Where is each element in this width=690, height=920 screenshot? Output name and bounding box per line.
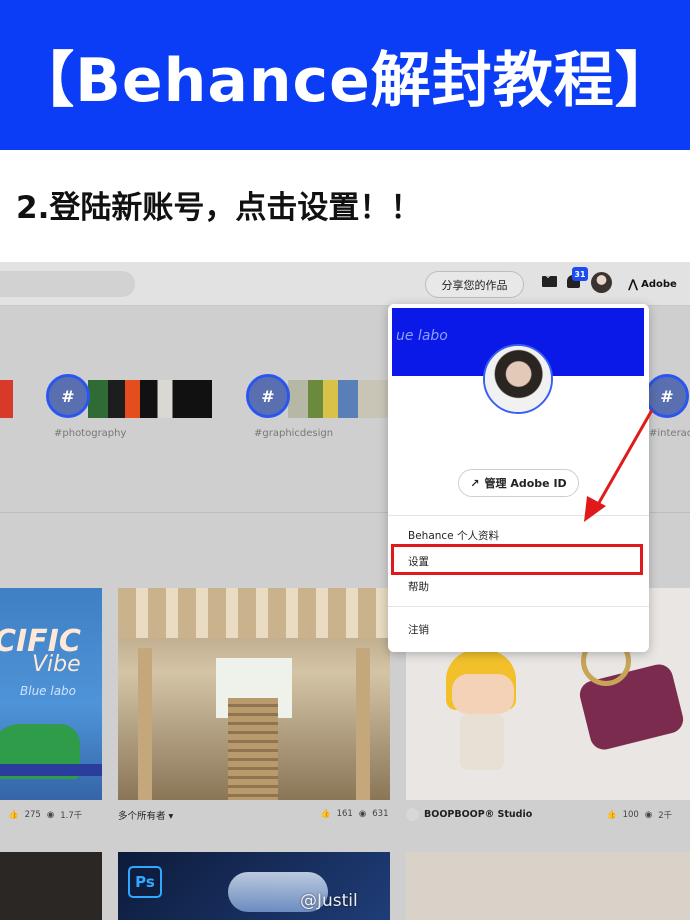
adobe-label: Adobe — [641, 278, 677, 290]
adobe-link[interactable]: ⋀ Adobe — [628, 277, 677, 291]
card-owner[interactable]: 多个所有者 ▾ — [118, 808, 173, 822]
settings-highlight-box — [391, 544, 643, 575]
eye-icon: ◉ — [358, 809, 367, 819]
card-illustration-base — [0, 764, 102, 776]
project-card-pacific-vibe[interactable]: CIFIC Vibe Blue labo — [0, 588, 102, 800]
manage-label: 管理 Adobe ID — [484, 477, 567, 490]
like-count: 275 — [24, 810, 41, 820]
thumbs-up-icon: 👍 — [606, 810, 617, 820]
tag-thumbnail — [88, 380, 212, 418]
card-ceiling — [118, 588, 390, 638]
project-card-architecture[interactable] — [118, 588, 390, 800]
search-input[interactable] — [0, 271, 135, 297]
hashtag-icon: # — [246, 374, 290, 418]
tag-partial[interactable] — [0, 374, 15, 422]
tutorial-page: 【Behance解封教程】 2.登陆新账号，点击设置！！ 分享您的作品 31 ⋀… — [0, 0, 690, 920]
card-staircase — [228, 698, 278, 800]
tag-interaction[interactable]: # #interacti — [645, 374, 690, 439]
account-dropdown: ue labo ↗ 管理 Adobe ID Behance 个人资料 设置 帮助… — [388, 304, 649, 652]
view-count: 2千 — [658, 811, 673, 821]
tag-graphicdesign[interactable]: # #graphicdesign — [246, 374, 396, 439]
card-subtitle: Vibe — [32, 652, 81, 677]
like-count: 161 — [336, 809, 353, 819]
hashtag-icon: # — [46, 374, 90, 418]
menu-divider — [388, 606, 649, 607]
notification-badge: 31 — [572, 267, 588, 281]
view-count: 1.7千 — [60, 811, 83, 821]
thumbs-up-icon: 👍 — [320, 809, 331, 819]
photoshop-icon: Ps — [128, 866, 162, 898]
menu-item-help[interactable]: 帮助 — [408, 579, 429, 594]
behance-topbar: 分享您的作品 31 ⋀ Adobe — [0, 262, 690, 306]
banner-title: 【Behance解封教程】 — [14, 45, 676, 116]
manage-adobe-id-button[interactable]: ↗ 管理 Adobe ID — [458, 469, 579, 497]
external-link-icon: ↗ — [470, 476, 480, 490]
cover-text: ue labo — [396, 328, 448, 344]
tag-photography[interactable]: # #photography — [46, 374, 216, 439]
avatar[interactable] — [591, 272, 612, 293]
project-card-bottom-1[interactable] — [0, 852, 102, 920]
card-brand: Blue labo — [20, 684, 77, 698]
title-banner: 【Behance解封教程】 — [0, 0, 690, 150]
card-stats: 👍 161 ◉ 631 — [320, 809, 388, 819]
thumbs-up-icon: 👍 — [8, 810, 19, 820]
menu-divider — [388, 515, 649, 516]
card-stats: 👍 100 ◉ 2千 — [606, 809, 672, 821]
like-count: 100 — [622, 810, 639, 820]
card-figure-body — [460, 714, 504, 770]
watermark: @Justil — [300, 891, 358, 911]
card-figure-face — [452, 674, 514, 714]
avatar-photo — [485, 346, 551, 412]
eye-icon: ◉ — [46, 810, 55, 820]
card-stats: 👍 275 ◉ 1.7千 — [8, 809, 82, 821]
eye-icon: ◉ — [644, 810, 653, 820]
card-pillar — [356, 648, 370, 800]
tag-thumbnail — [288, 380, 388, 418]
tag-label: #photography — [54, 428, 127, 439]
tag-label: #interacti — [649, 428, 690, 439]
studio-name: BOOPBOOP® Studio — [424, 809, 533, 820]
mail-icon[interactable] — [542, 276, 557, 287]
hashtag-icon: # — [645, 374, 689, 418]
card-pillar — [138, 648, 152, 800]
menu-item-profile[interactable]: Behance 个人资料 — [408, 528, 499, 543]
share-work-button[interactable]: 分享您的作品 — [425, 271, 524, 298]
view-count: 631 — [372, 809, 389, 819]
adobe-logo-icon: ⋀ — [628, 277, 639, 291]
card-owner-studio[interactable]: BOOPBOOP® Studio — [406, 808, 532, 821]
step-instruction: 2.登陆新账号，点击设置！！ — [16, 190, 422, 226]
studio-avatar — [406, 808, 419, 821]
project-card-bottom-3[interactable] — [406, 852, 690, 920]
tag-thumbnail — [0, 380, 13, 418]
profile-avatar[interactable] — [483, 344, 553, 414]
tag-label: #graphicdesign — [254, 428, 334, 439]
menu-item-logout[interactable]: 注销 — [408, 622, 429, 637]
